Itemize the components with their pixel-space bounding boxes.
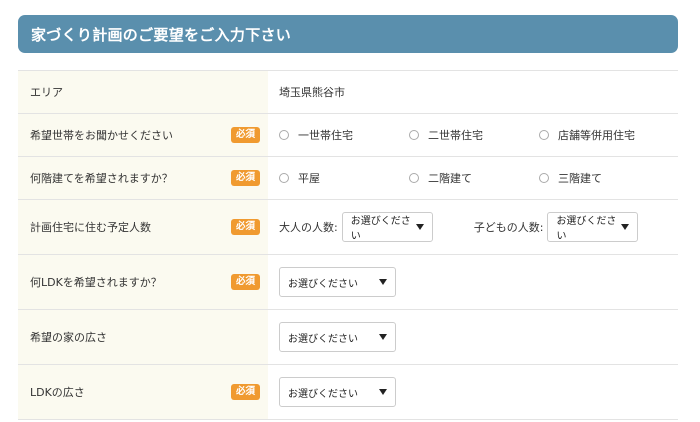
floors-value-cell: 平屋 二階建て 三階建て bbox=[268, 157, 678, 199]
radio-label: 二階建て bbox=[428, 172, 472, 185]
household-label-cell: 希望世帯をお聞かせください 必須 bbox=[18, 114, 268, 156]
floors-option-two-story[interactable]: 二階建て bbox=[409, 170, 539, 186]
household-row: 希望世帯をお聞かせください 必須 一世帯住宅 二世帯住宅 店舗等併用住宅 bbox=[18, 114, 678, 157]
adults-count-select[interactable]: お選びください bbox=[341, 212, 433, 242]
required-badge: 必須 bbox=[230, 384, 260, 400]
chevron-down-icon bbox=[621, 224, 630, 230]
radio-button[interactable] bbox=[409, 130, 419, 140]
required-badge: 必須 bbox=[230, 127, 260, 143]
requirements-form: エリア 埼玉県熊谷市 希望世帯をお聞かせください 必須 一世帯住宅 二世帯住宅 bbox=[18, 70, 678, 420]
ldk-size-value-cell: お選びください bbox=[268, 365, 678, 419]
household-option-single[interactable]: 一世帯住宅 bbox=[279, 127, 409, 143]
household-label: 希望世帯をお聞かせください bbox=[30, 129, 173, 142]
radio-label: 店舗等併用住宅 bbox=[558, 129, 635, 142]
select-value: お選びください bbox=[288, 333, 358, 345]
required-badge: 必須 bbox=[230, 219, 260, 235]
occupants-value-cell: 大人の人数: お選びください 子どもの人数: お選びください bbox=[268, 200, 678, 254]
select-value: お選びください bbox=[556, 216, 617, 242]
area-value-cell: 埼玉県熊谷市 bbox=[268, 71, 678, 113]
chevron-down-icon bbox=[415, 224, 424, 230]
floors-row: 何階建てを希望されますか？ 必須 平屋 二階建て 三階建て bbox=[18, 157, 678, 200]
floors-radio-group: 平屋 二階建て 三階建て bbox=[279, 170, 678, 186]
ldk-size-label: LDKの広さ bbox=[30, 386, 85, 399]
radio-label: 三階建て bbox=[558, 172, 602, 185]
ldk-row: 何LDKを希望されますか？ 必須 お選びください bbox=[18, 255, 678, 310]
area-label: エリア bbox=[30, 86, 63, 99]
ldk-size-row: LDKの広さ 必須 お選びください bbox=[18, 365, 678, 420]
floors-option-three-story[interactable]: 三階建て bbox=[539, 170, 602, 186]
house-size-row: 希望の家の広さ お選びください bbox=[18, 310, 678, 365]
ldk-label-cell: 何LDKを希望されますか？ 必須 bbox=[18, 255, 268, 309]
chevron-down-icon bbox=[379, 334, 387, 340]
select-value: お選びください bbox=[288, 388, 358, 400]
area-label-cell: エリア bbox=[18, 71, 268, 113]
household-radio-group: 一世帯住宅 二世帯住宅 店舗等併用住宅 bbox=[279, 127, 678, 143]
chevron-down-icon bbox=[379, 279, 387, 285]
radio-label: 二世帯住宅 bbox=[428, 129, 483, 142]
floors-option-one-story[interactable]: 平屋 bbox=[279, 170, 409, 186]
floors-label: 何階建てを希望されますか？ bbox=[30, 172, 173, 185]
required-badge: 必須 bbox=[230, 274, 260, 290]
floors-label-cell: 何階建てを希望されますか？ 必須 bbox=[18, 157, 268, 199]
ldk-select[interactable]: お選びください bbox=[279, 267, 396, 297]
house-size-value-cell: お選びください bbox=[268, 310, 678, 364]
occupants-row: 計画住宅に住む予定人数 必須 大人の人数: お選びください 子どもの人数: お選… bbox=[18, 200, 678, 255]
ldk-size-label-cell: LDKの広さ 必須 bbox=[18, 365, 268, 419]
area-value: 埼玉県熊谷市 bbox=[279, 86, 345, 99]
occupants-label: 計画住宅に住む予定人数 bbox=[30, 221, 151, 234]
ldk-value-cell: お選びください bbox=[268, 255, 678, 309]
household-option-two-generation[interactable]: 二世帯住宅 bbox=[409, 127, 539, 143]
radio-button[interactable] bbox=[279, 173, 289, 183]
radio-label: 一世帯住宅 bbox=[298, 129, 353, 142]
form-section-title: 家づくり計画のご要望をご入力下さい bbox=[31, 25, 292, 44]
required-badge: 必須 bbox=[230, 170, 260, 186]
adults-count-label: 大人の人数: bbox=[279, 221, 338, 234]
ldk-label: 何LDKを希望されますか？ bbox=[30, 276, 162, 289]
radio-button[interactable] bbox=[279, 130, 289, 140]
area-row: エリア 埼玉県熊谷市 bbox=[18, 71, 678, 114]
radio-button[interactable] bbox=[409, 173, 419, 183]
radio-button[interactable] bbox=[539, 130, 549, 140]
house-size-label: 希望の家の広さ bbox=[30, 331, 107, 344]
radio-button[interactable] bbox=[539, 173, 549, 183]
children-count-label: 子どもの人数: bbox=[473, 221, 544, 234]
house-size-label-cell: 希望の家の広さ bbox=[18, 310, 268, 364]
ldk-size-select[interactable]: お選びください bbox=[279, 377, 396, 407]
select-value: お選びください bbox=[350, 216, 411, 242]
chevron-down-icon bbox=[379, 389, 387, 395]
select-value: お選びください bbox=[288, 278, 358, 290]
household-option-shop-combined[interactable]: 店舗等併用住宅 bbox=[539, 127, 635, 143]
radio-label: 平屋 bbox=[298, 172, 320, 185]
children-count-select[interactable]: お選びください bbox=[547, 212, 639, 242]
occupants-label-cell: 計画住宅に住む予定人数 必須 bbox=[18, 200, 268, 254]
house-size-select[interactable]: お選びください bbox=[279, 322, 396, 352]
form-section-header: 家づくり計画のご要望をご入力下さい bbox=[18, 15, 678, 53]
household-value-cell: 一世帯住宅 二世帯住宅 店舗等併用住宅 bbox=[268, 114, 678, 156]
